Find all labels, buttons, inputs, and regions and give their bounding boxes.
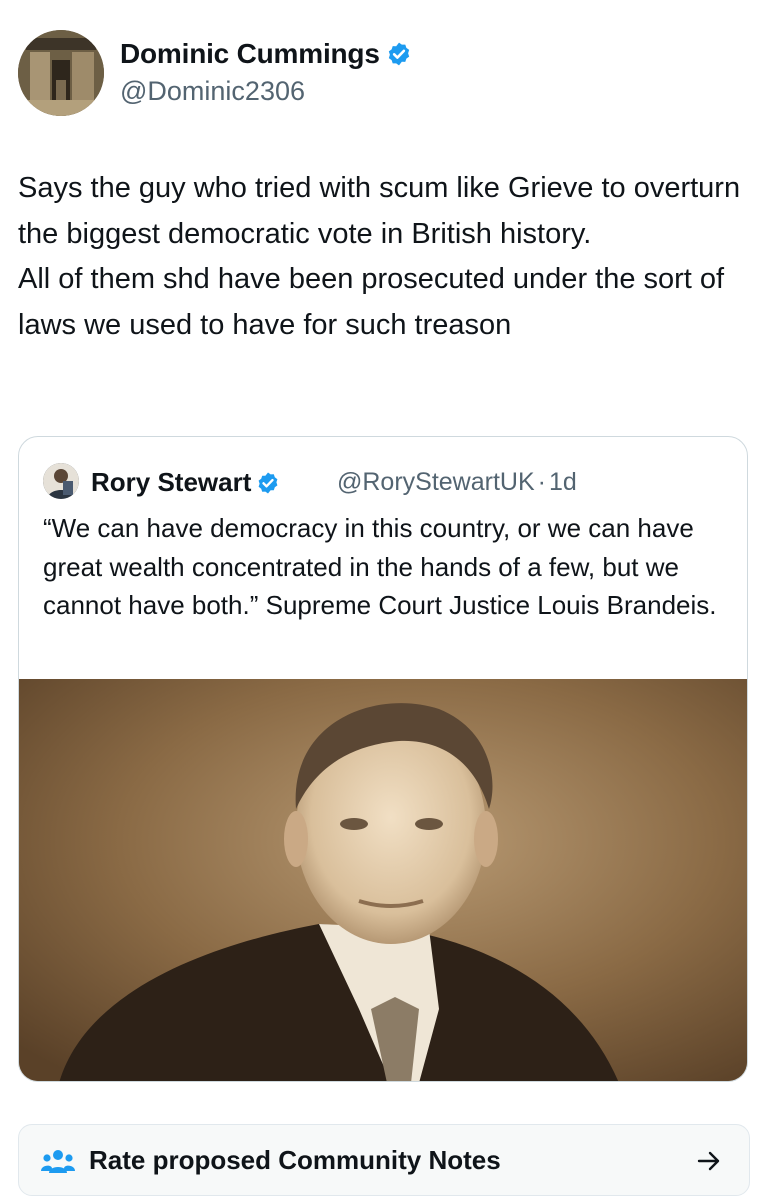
verified-badge-icon <box>388 42 409 66</box>
quote-portrait-image[interactable] <box>19 679 747 1081</box>
author-name-text: Dominic Cummings <box>120 38 380 69</box>
author-name[interactable]: Dominic Cummings <box>120 38 412 70</box>
people-icon <box>41 1150 75 1173</box>
quote-author-handle[interactable]: @RoryStewartUK <box>337 468 535 496</box>
author-avatar[interactable] <box>18 30 104 116</box>
author-handle[interactable]: @Dominic2306 <box>120 76 305 107</box>
portrait-photo <box>19 679 747 1081</box>
quote-author-name[interactable]: Rory Stewart <box>91 467 280 498</box>
community-notes-bar[interactable]: Rate proposed Community Notes <box>18 1124 750 1196</box>
quote-timestamp[interactable]: 1d <box>549 468 577 496</box>
quote-header: Rory Stewart @RoryStewartUK · 1d <box>43 463 733 503</box>
avatar-image <box>18 30 104 116</box>
quote-meta: @RoryStewartUK · 1d <box>337 468 577 497</box>
quote-text: “We can have democracy in this country, … <box>43 513 717 620</box>
quote-author-name-text: Rory Stewart <box>91 467 252 497</box>
quoted-tweet[interactable]: Rory Stewart @RoryStewartUK · 1d “We can h… <box>18 436 748 1082</box>
tweet-header: Dominic Cummings @Dominic2306 <box>18 30 748 120</box>
community-notes-label: Rate proposed Community Notes <box>89 1145 501 1175</box>
quote-author-avatar[interactable] <box>43 463 79 499</box>
quote-separator: · <box>537 468 546 496</box>
quote-avatar-image <box>43 463 79 499</box>
quote-verified-badge-icon <box>258 472 278 494</box>
tweet-text: Says the guy who tried with scum like Gr… <box>18 172 741 341</box>
arrow-right-icon[interactable] <box>695 1147 723 1175</box>
